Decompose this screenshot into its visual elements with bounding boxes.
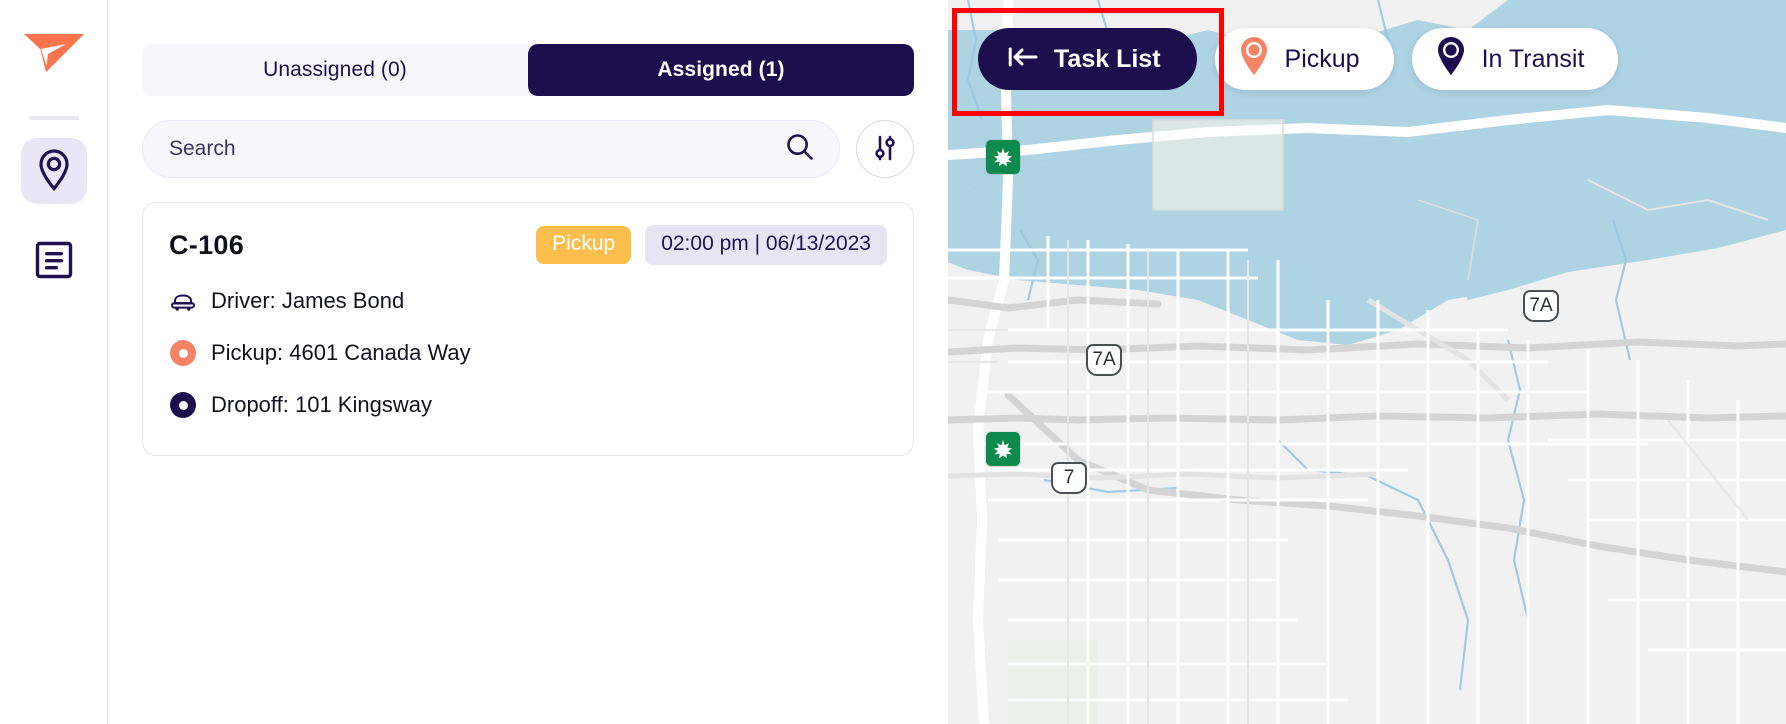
task-pickup-label: Pickup: 4601 Canada Way bbox=[211, 340, 471, 365]
filter-button[interactable] bbox=[856, 120, 914, 178]
pickup-pin-icon bbox=[1237, 35, 1271, 84]
task-dropoff-label: Dropoff: 101 Kingsway bbox=[211, 392, 432, 417]
tab-unassigned[interactable]: Unassigned (0) bbox=[142, 44, 528, 96]
task-row-driver: Driver: James Bond bbox=[169, 275, 887, 327]
brand-logo bbox=[22, 30, 86, 76]
trans-canada-shield-icon bbox=[986, 140, 1020, 174]
search-input[interactable] bbox=[169, 137, 785, 161]
task-list-button[interactable]: Task List bbox=[978, 28, 1197, 90]
search-icon[interactable] bbox=[785, 132, 815, 167]
dropoff-dot-icon bbox=[169, 392, 197, 418]
task-panel: Unassigned (0) Assigned (1) Search C-106… bbox=[108, 0, 948, 724]
app-root: Unassigned (0) Assigned (1) Search C-106… bbox=[0, 0, 1786, 724]
task-row-dropoff: Dropoff: 101 Kingsway bbox=[169, 379, 887, 431]
map-controls: Task List Pickup In Transit bbox=[978, 28, 1619, 90]
trans-canada-shield-icon bbox=[986, 432, 1020, 466]
task-id: C-106 bbox=[169, 229, 245, 260]
sidebar-item-orders-view[interactable] bbox=[21, 228, 87, 294]
legend-pill-in-transit[interactable]: In Transit bbox=[1411, 28, 1619, 90]
map-basemap bbox=[948, 0, 1786, 724]
highway-shield-7a: 7A bbox=[1523, 290, 1559, 322]
task-list-label: Task List bbox=[1054, 44, 1161, 73]
legend-pill-pickup[interactable]: Pickup bbox=[1214, 28, 1394, 90]
search-box[interactable] bbox=[142, 120, 840, 178]
rail-divider bbox=[28, 116, 79, 120]
document-list-icon bbox=[34, 240, 74, 283]
task-driver-label: Driver: James Bond bbox=[211, 288, 405, 313]
map-pin-icon bbox=[35, 148, 73, 195]
task-card-header: C-106 Pickup 02:00 pm | 06/13/2023 bbox=[169, 225, 887, 265]
task-tabs: Unassigned (0) Assigned (1) bbox=[142, 44, 914, 96]
highway-shield-7a: 7A bbox=[1086, 344, 1122, 376]
transit-pin-icon bbox=[1434, 35, 1468, 84]
icon-rail bbox=[0, 0, 108, 724]
status-badge: Pickup bbox=[536, 226, 632, 264]
time-badge: 02:00 pm | 06/13/2023 bbox=[645, 225, 887, 265]
highway-shield-7: 7 bbox=[1051, 462, 1087, 494]
task-card[interactable]: C-106 Pickup 02:00 pm | 06/13/2023 Drive… bbox=[142, 202, 914, 456]
pickup-dot-icon bbox=[169, 340, 197, 366]
collapse-left-icon bbox=[1008, 45, 1038, 74]
legend-label-in-transit: In Transit bbox=[1481, 44, 1585, 73]
sidebar-item-map-view[interactable] bbox=[20, 138, 87, 204]
car-icon bbox=[169, 290, 197, 312]
legend-label-pickup: Pickup bbox=[1284, 44, 1360, 73]
sliders-filter-icon bbox=[870, 133, 900, 166]
map-view[interactable]: DEEP COVE COVE CLIFF ST LYNN WINDSOR PAR… bbox=[948, 0, 1786, 724]
tab-assigned[interactable]: Assigned (1) bbox=[528, 44, 914, 96]
task-row-pickup: Pickup: 4601 Canada Way bbox=[169, 327, 887, 379]
search-row bbox=[142, 120, 914, 178]
